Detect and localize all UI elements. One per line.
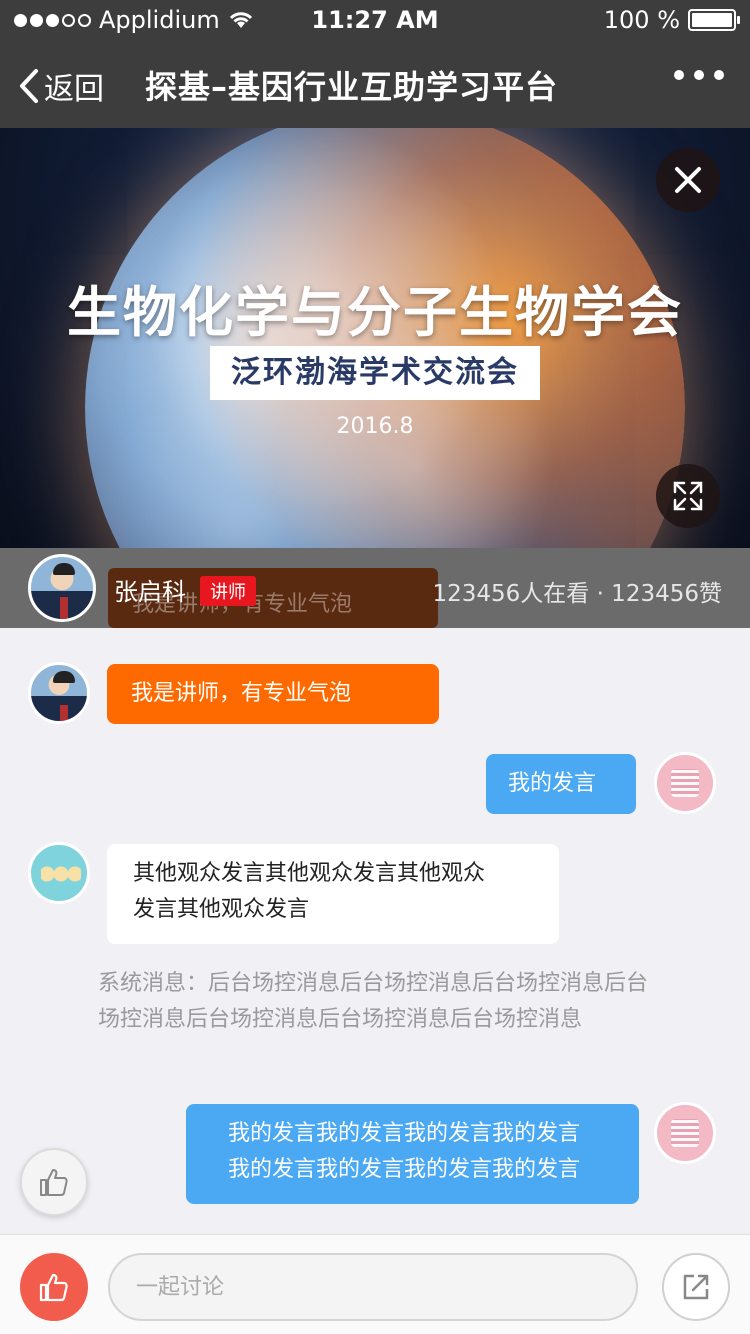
floating-like-button[interactable] xyxy=(20,1148,88,1216)
message-text-line: 发言其他观众发言 xyxy=(133,897,310,922)
chevron-left-icon xyxy=(20,69,38,103)
system-message: 系统消息：后台场控消息后台场控消息后台场控消息后台场控消息后台场控消息后台场控消… xyxy=(98,971,649,1032)
share-button[interactable] xyxy=(662,1253,730,1321)
chat-list[interactable]: 我是讲师，有专业气泡 我的发言 其他观众发言其他观众发言其他观众 发言其他观众发… xyxy=(0,628,750,1234)
bottom-input-bar xyxy=(0,1234,750,1334)
like-button[interactable] xyxy=(20,1253,88,1321)
presenter-info-bar: 我是讲师，有专业气泡 张启科 讲师 123456人在看 · 123456赞 xyxy=(0,548,750,628)
fullscreen-button[interactable] xyxy=(656,464,720,528)
message-text-line: 我的发言我的发言我的发言我的发言 xyxy=(228,1157,581,1182)
more-button[interactable] xyxy=(674,70,724,80)
viewer-avatar[interactable] xyxy=(28,842,90,904)
presenter-avatar[interactable] xyxy=(28,554,96,622)
share-icon xyxy=(683,1274,709,1300)
status-bar: Applidium 11:27 AM 100 % xyxy=(0,0,750,40)
self-message-bubble: 我的发言我的发言我的发言我的发言 我的发言我的发言我的发言我的发言 xyxy=(186,1104,639,1204)
back-button[interactable]: 返回 xyxy=(18,64,104,108)
viewer-message-bubble: 其他观众发言其他观众发言其他观众 发言其他观众发言 xyxy=(107,844,559,944)
more-dot xyxy=(714,70,724,80)
live-video-banner[interactable]: 生物化学与分子生物学会 泛环渤海学术交流会 2016.8 xyxy=(0,128,750,548)
battery-fill xyxy=(692,13,732,27)
self-avatar[interactable] xyxy=(654,752,716,814)
more-dot xyxy=(694,70,704,80)
banner-date: 2016.8 xyxy=(336,414,414,439)
self-avatar[interactable] xyxy=(654,1102,716,1164)
presenter-name: 张启科 xyxy=(114,578,186,606)
thumbs-up-icon xyxy=(40,1169,68,1196)
message-text-line: 其他观众发言其他观众发言其他观众 xyxy=(133,861,486,886)
fullscreen-icon xyxy=(673,481,703,511)
thumbs-up-icon xyxy=(39,1273,68,1302)
lecturer-avatar[interactable] xyxy=(28,662,90,724)
back-label: 返回 xyxy=(44,72,104,107)
more-dots-icon xyxy=(674,70,684,80)
lecturer-message-bubble: 我是讲师，有专业气泡 xyxy=(107,664,439,724)
close-button[interactable] xyxy=(656,148,720,212)
banner-subtitle: 泛环渤海学术交流会 xyxy=(210,346,540,400)
message-text: 我是讲师，有专业气泡 xyxy=(131,681,352,706)
navigation-bar: 返回 探基–基因行业互助学习平台 xyxy=(0,40,750,128)
close-icon xyxy=(675,167,701,193)
self-message-bubble: 我的发言 xyxy=(486,754,636,814)
battery-icon xyxy=(688,9,740,31)
viewer-like-stats: 123456人在看 · 123456赞 xyxy=(432,581,722,607)
lecturer-badge: 讲师 xyxy=(200,576,256,606)
battery-percent: 100 % xyxy=(603,6,680,34)
message-text-line: 我的发言我的发言我的发言我的发言 xyxy=(228,1121,581,1146)
page-title: 探基–基因行业互助学习平台 xyxy=(145,68,559,106)
banner-title: 生物化学与分子生物学会 xyxy=(67,281,683,344)
discussion-input[interactable] xyxy=(108,1253,638,1321)
message-text: 我的发言 xyxy=(508,771,597,796)
battery-area: 100 % xyxy=(603,6,740,34)
